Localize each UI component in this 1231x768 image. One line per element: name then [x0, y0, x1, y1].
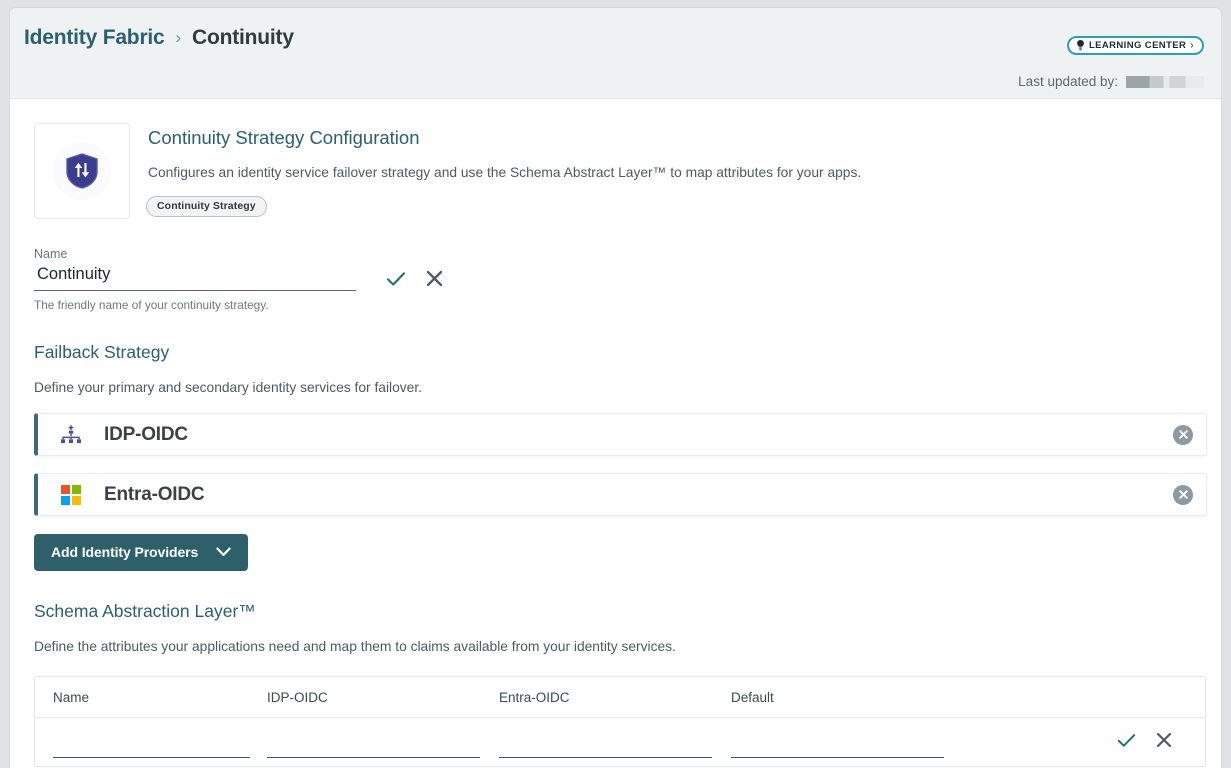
failback-subtext: Define your primary and secondary identi…: [34, 380, 423, 395]
strategy-summary-card: Continuity Strategy Configuration Config…: [24, 99, 1207, 219]
breadcrumb-separator-icon: ›: [175, 28, 182, 47]
table-row: [35, 718, 1205, 767]
identity-provider-name: Entra-OIDC: [104, 483, 205, 505]
lightbulb-icon: [1076, 40, 1085, 51]
cell-entra-oidc: [499, 718, 731, 767]
name-field-actions: [386, 270, 443, 291]
table-header-row: Name IDP-OIDC Entra-OIDC Default: [35, 677, 1205, 718]
breadcrumb-item-identity-fabric[interactable]: Identity Fabric: [24, 26, 165, 50]
identity-provider-name: IDP-OIDC: [104, 423, 188, 445]
schema-heading: Schema Abstraction Layer™: [34, 601, 256, 621]
confirm-name-icon[interactable]: [386, 271, 406, 287]
column-header-name: Name: [35, 677, 267, 718]
confirm-attribute-icon[interactable]: [1117, 733, 1136, 748]
column-header-idp-oidc: IDP-OIDC: [267, 677, 499, 718]
microsoft-icon: [57, 484, 85, 505]
cancel-name-icon[interactable]: [426, 270, 443, 287]
page-title: Continuity Strategy Configuration: [148, 127, 420, 148]
cancel-attribute-icon[interactable]: [1156, 732, 1172, 748]
identity-provider-list: IDP-OIDC Entra-OIDC: [34, 413, 1207, 516]
column-header-entra-oidc: Entra-OIDC: [499, 677, 731, 718]
name-input[interactable]: [34, 265, 356, 291]
schema-attribute-table: Name IDP-OIDC Entra-OIDC Default: [34, 676, 1206, 767]
name-field-block: Name Continuity The friendly name of you…: [34, 247, 1207, 312]
hierarchy-icon: [57, 424, 85, 445]
strategy-type-badge: Continuity Strategy: [146, 196, 267, 217]
cell-default: [731, 718, 963, 767]
attribute-idp-oidc-input[interactable]: [267, 738, 481, 758]
schema-subtext: Define the attributes your applications …: [34, 639, 676, 654]
strategy-icon-tile: [34, 123, 130, 219]
add-identity-providers-button[interactable]: Add Identity Providers: [34, 534, 249, 571]
name-field-hint: The friendly name of your continuity str…: [34, 298, 269, 312]
breadcrumb: Identity Fabric › Continuity: [24, 26, 294, 50]
name-field-label: Name: [34, 247, 68, 261]
app-root: Identity Fabric › Continuity LEARNING CE…: [0, 0, 1231, 768]
chevron-right-icon: ›: [1190, 40, 1194, 51]
shield-continuity-icon: [53, 142, 111, 200]
column-header-actions: [963, 677, 1205, 718]
last-updated-by: Last updated by:: [1018, 74, 1204, 89]
cell-name: [35, 718, 267, 767]
identity-provider-row-entra-oidc[interactable]: Entra-OIDC: [34, 473, 1207, 516]
page-surface: Identity Fabric › Continuity LEARNING CE…: [10, 8, 1221, 768]
learning-center-button[interactable]: LEARNING CENTER ›: [1066, 36, 1204, 55]
attribute-entra-oidc-input[interactable]: [499, 738, 713, 758]
cell-idp-oidc: [267, 718, 499, 767]
chevron-down-icon: [216, 547, 231, 557]
attribute-name-input[interactable]: [53, 738, 250, 758]
breadcrumb-item-continuity: Continuity: [192, 26, 294, 49]
identity-provider-row-idp-oidc[interactable]: IDP-OIDC: [34, 413, 1207, 456]
last-updated-value-redacted: [1126, 75, 1204, 88]
last-updated-label: Last updated by:: [1018, 74, 1118, 89]
page-header: Identity Fabric › Continuity LEARNING CE…: [10, 8, 1221, 99]
learning-center-label: LEARNING CENTER: [1088, 40, 1187, 51]
strategy-summary-text: Continuity Strategy Configuration Config…: [146, 123, 861, 219]
column-header-default: Default: [731, 677, 963, 718]
page-body: Continuity Strategy Configuration Config…: [10, 99, 1221, 767]
attribute-default-input[interactable]: [731, 738, 945, 758]
remove-identity-provider-icon[interactable]: [1173, 424, 1193, 445]
remove-identity-provider-icon[interactable]: [1173, 484, 1193, 505]
page-description: Configures an identity service failover …: [148, 165, 862, 180]
cell-actions: [963, 718, 1205, 767]
failback-heading: Failback Strategy: [34, 342, 170, 362]
add-identity-providers-label: Add Identity Providers: [51, 544, 199, 560]
